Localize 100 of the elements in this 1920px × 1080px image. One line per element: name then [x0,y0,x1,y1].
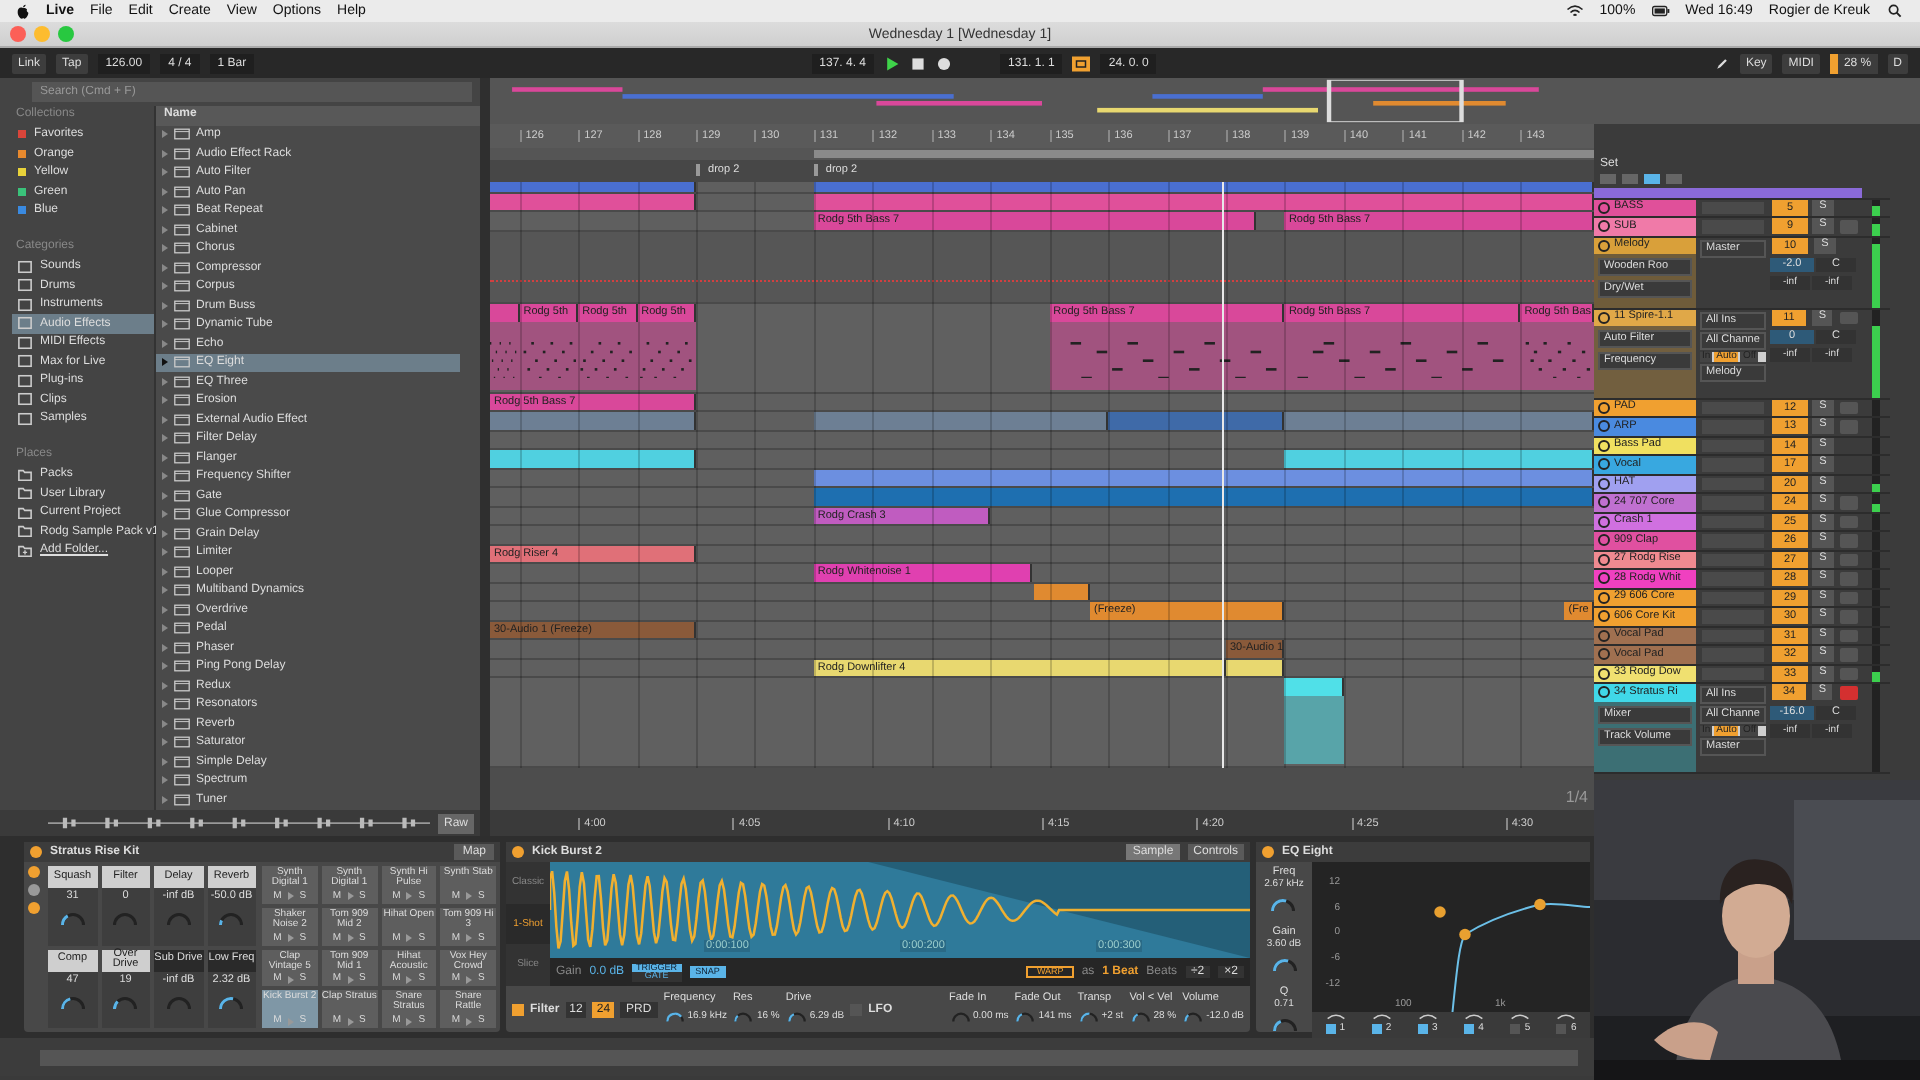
expand-icon[interactable] [162,491,168,500]
band-toggle[interactable] [1418,1024,1428,1034]
filter-shape-icon[interactable] [1510,1012,1531,1022]
expand-icon[interactable] [162,795,168,804]
band-toggle[interactable] [1464,1024,1475,1034]
routing-slot[interactable] [1702,667,1764,680]
search-icon[interactable] [1886,4,1904,18]
expand-icon[interactable] [162,700,168,709]
expand-icon[interactable] [162,263,168,272]
expand-icon[interactable] [162,757,168,766]
expand-icon[interactable] [162,605,168,614]
record-arm-button[interactable] [1840,311,1858,324]
clip[interactable] [490,182,697,191]
expand-icon[interactable] [162,662,168,671]
record-arm-button[interactable] [1840,591,1858,604]
routing-slot[interactable] [1702,629,1764,642]
record-arm-button[interactable] [1840,401,1858,414]
expand-icon[interactable] [162,472,168,481]
expand-icon[interactable] [162,282,168,291]
loop-icon[interactable] [1072,55,1091,71]
device-on-icon[interactable] [1262,846,1274,858]
expand-icon[interactable] [162,719,168,728]
close-button[interactable] [10,26,26,42]
record-arm-button[interactable] [1840,515,1858,528]
routing-slot[interactable] [1702,591,1764,604]
clip-body[interactable] [1284,696,1344,764]
clip-body[interactable] [578,321,638,389]
clip[interactable] [813,182,1594,191]
wifi-icon[interactable] [1565,4,1584,18]
routing-slot[interactable] [1702,553,1764,566]
expand-icon[interactable] [162,339,168,348]
clip[interactable] [813,412,1109,429]
expand-icon[interactable] [162,548,168,557]
expand-icon[interactable] [162,643,168,652]
device-toggle-icon[interactable] [28,902,40,914]
routing-slot[interactable] [1702,439,1764,452]
filter-shape-icon[interactable] [1371,1012,1392,1022]
device-on-icon[interactable] [30,846,42,858]
routing-slot[interactable] [1702,401,1764,414]
macro-toggle-icon[interactable] [28,866,40,878]
expand-icon[interactable] [162,415,168,424]
expand-icon[interactable] [162,529,168,538]
expand-icon[interactable] [162,320,168,329]
expand-icon[interactable] [162,377,168,386]
expand-icon[interactable] [162,358,168,367]
clip[interactable] [1284,450,1594,467]
expand-icon[interactable] [162,776,168,785]
filter-shape-icon[interactable] [1417,1012,1438,1022]
expand-icon[interactable] [162,453,168,462]
expand-icon[interactable] [162,149,168,158]
record-icon[interactable] [936,55,953,71]
clip-body[interactable] [1284,321,1521,389]
expand-icon[interactable] [162,434,168,443]
track-header[interactable] [1594,188,1862,197]
pencil-icon[interactable] [1713,55,1730,71]
clip-body[interactable] [637,321,697,389]
stop-icon[interactable] [910,55,927,71]
clip[interactable] [813,488,1594,505]
band-toggle[interactable] [1556,1024,1567,1034]
expand-icon[interactable] [162,206,168,215]
routing-slot[interactable] [1702,515,1764,528]
expand-icon[interactable] [162,510,168,519]
band-toggle[interactable] [1371,1024,1382,1034]
battery-icon[interactable] [1651,4,1670,18]
expand-icon[interactable] [162,244,168,253]
apple-icon[interactable] [16,3,30,19]
clip[interactable] [490,412,697,429]
expand-icon[interactable] [162,225,168,234]
routing-slot[interactable] [1702,201,1764,214]
clip[interactable] [1284,678,1344,696]
expand-icon[interactable] [162,586,168,595]
expand-icon[interactable] [162,681,168,690]
zoom-button[interactable] [58,26,74,42]
clip[interactable] [1284,412,1594,429]
expand-icon[interactable] [162,187,168,196]
expand-icon[interactable] [162,396,168,405]
clip-body[interactable] [519,321,579,389]
device-on-icon[interactable] [512,846,524,858]
expand-icon[interactable] [162,624,168,633]
filter-toggle[interactable] [512,1003,524,1015]
filter-shape-icon[interactable] [1325,1012,1346,1022]
band-toggle[interactable] [1510,1024,1521,1034]
expand-icon[interactable] [162,168,168,177]
expand-icon[interactable] [162,738,168,747]
clip[interactable] [1108,412,1285,429]
clip-body[interactable] [1049,321,1285,389]
clip-body[interactable] [1520,321,1594,389]
clip-body[interactable] [490,321,520,389]
expand-icon[interactable] [162,567,168,576]
expand-icon[interactable] [162,301,168,310]
filter-shape-icon[interactable] [1556,1012,1577,1022]
expand-icon[interactable] [162,130,168,139]
band-toggle[interactable] [1325,1024,1336,1034]
routing-slot[interactable] [1702,477,1764,490]
play-icon[interactable] [884,55,901,71]
chain-toggle-icon[interactable] [28,884,40,896]
record-arm-button[interactable] [1840,553,1858,566]
filter-shape-icon[interactable] [1464,1012,1485,1022]
record-arm-button[interactable] [1840,629,1858,642]
overview-drawing[interactable] [490,78,1594,124]
